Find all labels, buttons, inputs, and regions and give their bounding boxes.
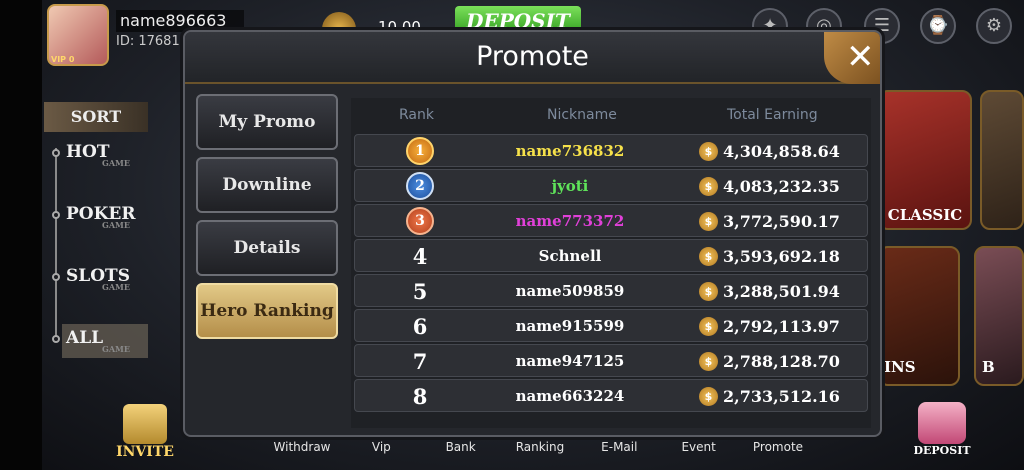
nickname: Schnell <box>538 247 602 265</box>
table-row: 7 name947125 $2,788,128.70 <box>354 344 868 377</box>
settings-icon[interactable]: ⚙ <box>976 8 1012 44</box>
nav-withdraw[interactable]: Withdraw <box>270 440 334 462</box>
sort-item-sub: GAME <box>102 344 130 354</box>
rank-number: 5 <box>412 279 428 304</box>
close-button[interactable]: ✕ <box>824 32 880 84</box>
sort-title: SORT <box>44 102 148 132</box>
coin-icon: $ <box>699 212 718 231</box>
total-earning: 2,788,128.70 <box>723 352 840 371</box>
bottom-nav: Withdraw Vip Bank Ranking E-Mail Event P… <box>270 440 810 462</box>
player-id: ID: 17681 <box>116 34 180 49</box>
coin-icon: $ <box>699 142 718 161</box>
nav-vip[interactable]: Vip <box>349 440 413 462</box>
radio-dot-icon <box>52 334 60 343</box>
sort-item-label: ALL <box>66 328 104 348</box>
coin-icon: $ <box>699 317 718 336</box>
rank-number: 6 <box>412 314 428 339</box>
total-earning: 3,288,501.94 <box>723 282 840 301</box>
coin-icon: $ <box>699 282 718 301</box>
radio-dot-icon <box>52 210 60 219</box>
deposit-bottom-label: DEPOSIT <box>913 444 971 457</box>
nav-ranking[interactable]: Ranking <box>508 440 572 462</box>
game-card-label: INS <box>884 358 916 376</box>
deposit-bottom-button[interactable]: DEPOSIT <box>906 402 978 464</box>
invite-icon <box>123 404 167 444</box>
total-earning: 2,792,113.97 <box>723 317 840 336</box>
nickname: name947125 <box>515 352 625 370</box>
deposit-bag-icon <box>918 402 966 444</box>
game-card-label: B <box>982 358 995 376</box>
game-card-ins[interactable]: INS <box>878 246 960 386</box>
column-earning: Total Earning <box>727 107 818 123</box>
game-card-classic[interactable]: CLASSIC <box>878 90 972 230</box>
promote-modal: Promote ✕ My Promo Downline Details Hero… <box>183 30 882 437</box>
invite-label: INVITE <box>116 444 174 460</box>
sort-item-sub: GAME <box>102 282 130 292</box>
sort-item-poker[interactable]: POKER GAME <box>52 204 135 230</box>
sort-item-slots[interactable]: SLOTS GAME <box>52 266 130 292</box>
game-card-label: CLASSIC <box>887 206 963 224</box>
total-earning: 4,083,232.35 <box>723 177 840 196</box>
coin-icon: $ <box>699 352 718 371</box>
menu-my-promo[interactable]: My Promo <box>196 94 338 150</box>
radio-dot-icon <box>52 148 60 157</box>
ranking-table[interactable]: Rank Nickname Total Earning 1 name736832 $… <box>351 98 871 428</box>
support-24-icon[interactable]: ⌚ <box>920 8 956 44</box>
rank-medal-icon: 3 <box>406 207 434 235</box>
menu-details[interactable]: Details <box>196 220 338 276</box>
sort-line <box>55 148 57 338</box>
game-card-hot[interactable] <box>980 90 1024 230</box>
vip-badge: VIP 0 <box>51 55 75 64</box>
rank-number: 4 <box>412 244 428 269</box>
nav-email[interactable]: E-Mail <box>587 440 651 462</box>
table-row: 1 name736832 $4,304,858.64 <box>354 134 868 167</box>
table-row: 8 name663224 $2,733,512.16 <box>354 379 868 412</box>
promote-menu: My Promo Downline Details Hero Ranking <box>196 94 340 346</box>
nav-event[interactable]: Event <box>667 440 731 462</box>
sort-item-hot[interactable]: HOT GAME <box>52 142 130 168</box>
game-card-new[interactable]: B <box>974 246 1024 386</box>
rank-number: 7 <box>412 349 428 374</box>
table-row: 4 Schnell $3,593,692.18 <box>354 239 868 272</box>
nav-bank[interactable]: Bank <box>429 440 493 462</box>
rank-number: 8 <box>412 384 428 409</box>
coin-icon: $ <box>699 247 718 266</box>
invite-button[interactable]: INVITE <box>112 404 178 466</box>
rank-medal-icon: 1 <box>406 137 434 165</box>
table-row: 6 name915599 $2,792,113.97 <box>354 309 868 342</box>
total-earning: 3,593,692.18 <box>723 247 840 266</box>
table-row: 5 name509859 $3,288,501.94 <box>354 274 868 307</box>
player-name: name896663 <box>116 10 244 32</box>
nickname: name736832 <box>515 142 625 160</box>
sort-item-sub: GAME <box>102 158 130 168</box>
close-icon: ✕ <box>846 37 875 77</box>
nickname: name915599 <box>515 317 625 335</box>
left-edge <box>0 0 42 470</box>
total-earning: 4,304,858.64 <box>723 142 840 161</box>
modal-header: Promote ✕ <box>185 32 880 84</box>
sort-item-all[interactable]: ALL GAME <box>52 328 130 354</box>
coin-icon: $ <box>699 177 718 196</box>
nickname: name663224 <box>515 387 625 405</box>
total-earning: 3,772,590.17 <box>723 212 840 231</box>
coin-icon: $ <box>699 387 718 406</box>
nickname: name509859 <box>515 282 625 300</box>
table-header: Rank Nickname Total Earning <box>351 98 871 132</box>
rank-medal-icon: 2 <box>406 172 434 200</box>
nickname: jyoti <box>551 177 589 195</box>
modal-title: Promote <box>476 41 589 72</box>
column-rank: Rank <box>399 107 434 123</box>
menu-downline[interactable]: Downline <box>196 157 338 213</box>
table-row: 2 jyoti $4,083,232.35 <box>354 169 868 202</box>
menu-hero-ranking[interactable]: Hero Ranking <box>196 283 338 339</box>
total-earning: 2,733,512.16 <box>723 387 840 406</box>
nav-promote[interactable]: Promote <box>746 440 810 462</box>
table-row: 3 name773372 $3,772,590.17 <box>354 204 868 237</box>
nickname: name773372 <box>515 212 625 230</box>
radio-dot-icon <box>52 272 60 281</box>
column-nickname: Nickname <box>547 107 617 123</box>
avatar[interactable]: VIP 0 <box>47 4 109 66</box>
